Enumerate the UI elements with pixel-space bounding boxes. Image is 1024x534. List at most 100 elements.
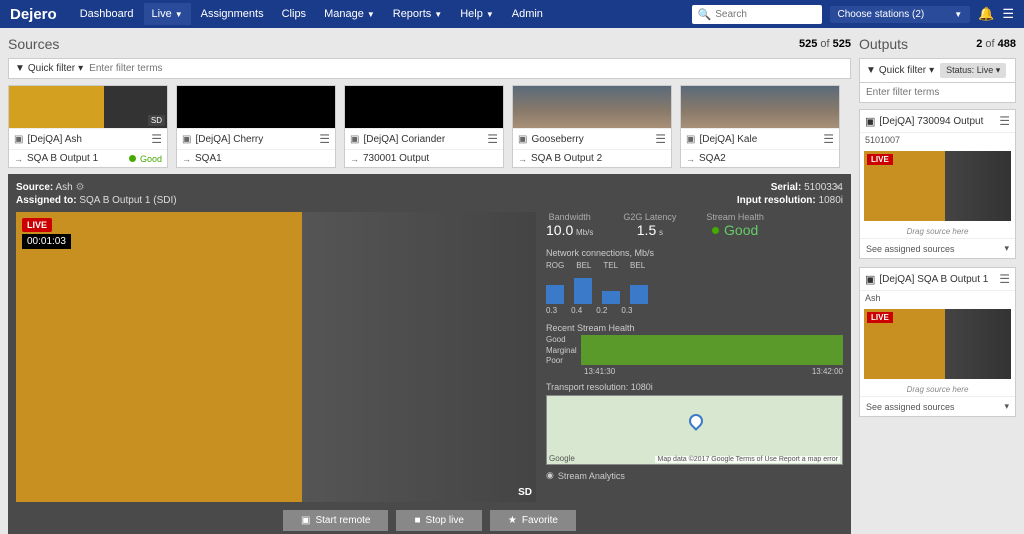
- source-card[interactable]: ▣[DejQA] Cherry☰ →SQA1: [176, 85, 336, 168]
- favorite-button[interactable]: ★ Favorite: [490, 510, 576, 531]
- device-icon: ▣: [518, 134, 527, 145]
- nav-live[interactable]: Live▼: [144, 3, 191, 25]
- output-icon: ▣: [865, 115, 875, 128]
- nav-assignments[interactable]: Assignments: [193, 3, 272, 25]
- nav-reports[interactable]: Reports▼: [385, 3, 450, 25]
- quick-filter-button[interactable]: ▼ Quick filter ▾: [866, 65, 934, 76]
- map-marker-icon: [686, 411, 706, 431]
- output-name: SQA B Output 1: [27, 153, 125, 164]
- chevron-down-icon: ▼: [486, 10, 494, 19]
- recent-stream-health-title: Recent Stream Health: [546, 323, 843, 333]
- source-card[interactable]: ▣[DejQA] Coriander☰ →730001 Output: [344, 85, 504, 168]
- output-sub: Ash: [860, 291, 1015, 305]
- elapsed-timer: 00:01:03: [22, 234, 71, 249]
- source-detail-panel: ✕ Source: Ash ⚙ Assigned to: SQA B Outpu…: [8, 174, 851, 534]
- chevron-down-icon: ▾: [1004, 401, 1009, 412]
- sources-count: 525 of 525: [799, 38, 851, 50]
- top-nav: Dejero DashboardLive▼AssignmentsClipsMan…: [0, 0, 1024, 28]
- recent-stream-health-chart: GoodMarginalPoor: [546, 335, 843, 365]
- nav-help[interactable]: Help▼: [452, 3, 502, 25]
- start-remote-button[interactable]: ▣ Start remote: [283, 510, 388, 531]
- brand-logo: Dejero: [10, 6, 57, 23]
- output-name: SQA1: [195, 153, 330, 164]
- menu-icon[interactable]: ☰: [999, 272, 1010, 286]
- filter-input[interactable]: [89, 63, 844, 74]
- chevron-down-icon: ▾: [1004, 243, 1009, 254]
- source-name: [DejQA] Coriander: [363, 134, 483, 145]
- sd-badge: SD: [148, 115, 165, 126]
- source-name: Gooseberry: [531, 134, 651, 145]
- google-logo: Google: [549, 454, 575, 463]
- outputs-count: 2 of 488: [976, 38, 1016, 50]
- stream-health-label: Stream Health: [706, 212, 764, 222]
- menu-icon[interactable]: ☰: [151, 132, 162, 146]
- source-card[interactable]: SD ▣[DejQA] Ash☰ →SQA B Output 1Good: [8, 85, 168, 168]
- thumbnail: LIVE: [864, 151, 1011, 221]
- network-connections-title: Network connections, Mb/s: [546, 248, 843, 258]
- latency-label: G2G Latency: [623, 212, 676, 222]
- chevron-down-icon: ▼: [954, 10, 962, 19]
- live-badge: LIVE: [867, 154, 893, 165]
- bell-icon[interactable]: 🔔: [978, 6, 994, 22]
- stream-analytics-link[interactable]: ◉ Stream Analytics: [546, 470, 843, 481]
- map-attribution[interactable]: Map data ©2017 Google Terms of Use Repor…: [655, 456, 840, 463]
- arrow-icon: →: [686, 154, 695, 164]
- live-badge: LIVE: [867, 312, 893, 323]
- search-box[interactable]: 🔍: [692, 5, 822, 24]
- source-name: [DejQA] Cherry: [195, 134, 315, 145]
- arrow-icon: →: [14, 154, 23, 164]
- close-icon[interactable]: ✕: [833, 180, 843, 194]
- nav-manage[interactable]: Manage▼: [316, 3, 383, 25]
- live-badge: LIVE: [22, 218, 52, 232]
- gear-icon[interactable]: ⚙: [75, 182, 84, 193]
- device-icon: ▣: [182, 134, 191, 145]
- output-name: [DejQA] 730094 Output: [879, 116, 995, 127]
- see-assigned-sources[interactable]: See assigned sources▾: [860, 238, 1015, 258]
- chevron-down-icon: ▼: [175, 10, 183, 19]
- location-map[interactable]: Google Map data ©2017 Google Terms of Us…: [546, 395, 843, 465]
- output-card[interactable]: ▣[DejQA] SQA B Output 1☰ Ash LIVE Drag s…: [859, 267, 1016, 417]
- thumbnail: [681, 86, 839, 128]
- menu-icon[interactable]: ☰: [999, 114, 1010, 128]
- station-selector[interactable]: Choose stations (2) ▼: [830, 6, 971, 23]
- sources-filter-bar: ▼ Quick filter ▾: [8, 58, 851, 79]
- menu-icon[interactable]: ☰: [319, 132, 330, 146]
- stop-live-button[interactable]: ■ Stop live: [396, 510, 481, 531]
- outputs-title: Outputs: [859, 36, 908, 52]
- thumbnail: [345, 86, 503, 128]
- status-text: Good: [140, 154, 162, 164]
- output-name: SQA2: [699, 153, 834, 164]
- quick-filter-button[interactable]: ▼ Quick filter ▾: [15, 63, 83, 74]
- source-name: [DejQA] Kale: [699, 134, 819, 145]
- video-preview[interactable]: LIVE 00:01:03 SD: [16, 212, 536, 502]
- search-input[interactable]: [715, 9, 815, 20]
- menu-icon[interactable]: ☰: [655, 132, 666, 146]
- bandwidth-label: Bandwidth: [549, 212, 591, 222]
- outputs-filter-bar: ▼ Quick filter ▾ Status: Live ▾: [859, 58, 1016, 83]
- filter-input[interactable]: [866, 87, 1009, 98]
- station-selector-label: Choose stations (2): [838, 9, 925, 20]
- menu-icon[interactable]: ☰: [487, 132, 498, 146]
- menu-icon[interactable]: ☰: [1002, 6, 1014, 22]
- output-icon: ▣: [865, 273, 875, 286]
- sd-badge: SD: [518, 487, 532, 498]
- nav-admin[interactable]: Admin: [504, 3, 551, 25]
- output-name: SQA B Output 2: [531, 153, 666, 164]
- source-name: [DejQA] Ash: [27, 134, 147, 145]
- source-card[interactable]: ▣Gooseberry☰ →SQA B Output 2: [512, 85, 672, 168]
- menu-icon[interactable]: ☰: [823, 132, 834, 146]
- see-assigned-sources[interactable]: See assigned sources▾: [860, 396, 1015, 416]
- output-card[interactable]: ▣[DejQA] 730094 Output☰ 5101007 LIVE Dra…: [859, 109, 1016, 259]
- status-filter[interactable]: Status: Live ▾: [940, 63, 1006, 78]
- thumbnail: [177, 86, 335, 128]
- nav-clips[interactable]: Clips: [274, 3, 314, 25]
- nav-dashboard[interactable]: Dashboard: [72, 3, 142, 25]
- thumbnail: [513, 86, 671, 128]
- device-icon: ▣: [686, 134, 695, 145]
- output-sub: 5101007: [860, 133, 1015, 147]
- network-bars-chart: [546, 272, 843, 304]
- nav-menu: DashboardLive▼AssignmentsClipsManage▼Rep…: [72, 3, 551, 25]
- search-icon: 🔍: [698, 8, 712, 21]
- chevron-down-icon: ▼: [434, 10, 442, 19]
- source-card[interactable]: ▣ [DejQA] Kale ☰ → SQA2: [680, 85, 840, 168]
